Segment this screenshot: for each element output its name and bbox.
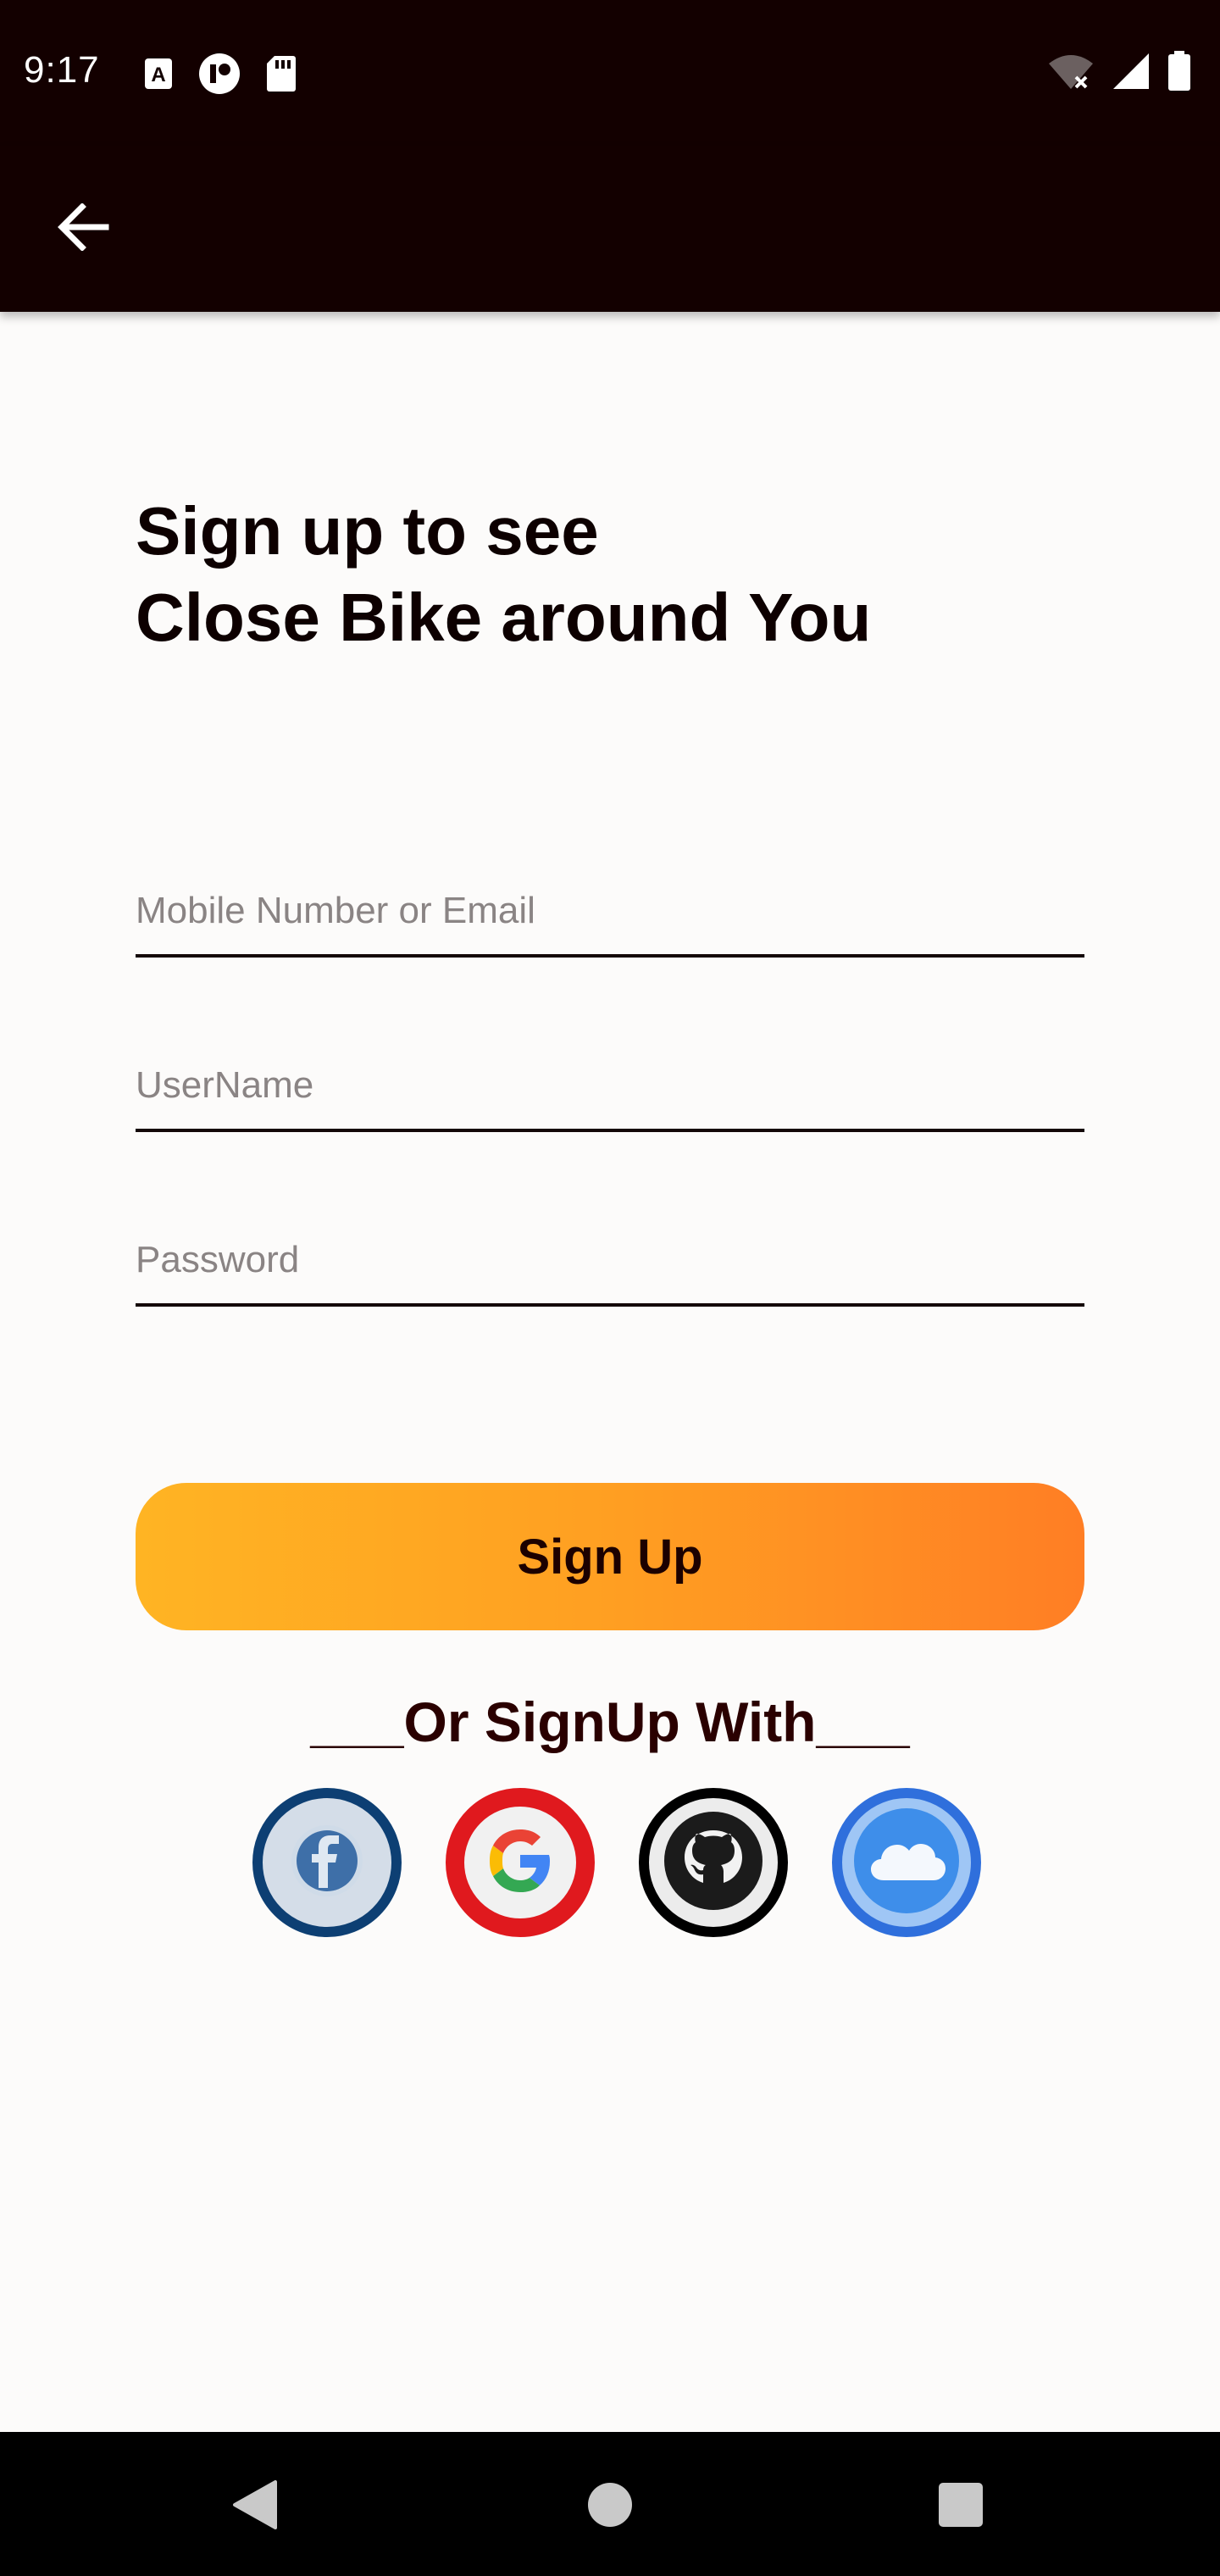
status-icons-left: A [144,53,297,99]
system-nav-bar [0,2432,1220,2576]
recents-square-icon [937,2481,984,2533]
google-button[interactable] [446,1788,595,1937]
mobile-email-field[interactable] [136,890,1084,932]
account-icon [198,53,241,99]
github-button[interactable] [639,1788,788,1937]
status-icons-right [1047,51,1191,96]
username-field[interactable] [136,1064,1084,1107]
app-bar [0,146,1220,312]
mobile-email-field-container [136,852,1084,958]
text-input-icon: A [144,58,173,94]
wifi-off-icon [1047,52,1095,95]
home-circle-icon [586,2481,634,2533]
facebook-icon [285,1818,369,1907]
status-bar: 9:17 A [0,0,1220,146]
status-time: 9:17 [24,49,100,91]
signup-button[interactable]: Sign Up [136,1483,1084,1630]
github-icon [661,1808,766,1918]
facebook-button[interactable] [252,1788,402,1937]
sd-card-icon [266,55,297,97]
back-triangle-icon [230,2479,279,2535]
google-icon [482,1823,558,1903]
nav-home-button[interactable] [576,2473,644,2540]
arrow-back-icon [57,202,109,255]
battery-icon [1167,51,1191,96]
cloud-icon [851,1806,962,1920]
password-field[interactable] [136,1239,1084,1281]
svg-text:A: A [151,64,165,86]
username-field-container [136,1027,1084,1132]
nav-recents-button[interactable] [927,2473,995,2540]
page-title: Sign up to see Close Bike around You [136,488,1068,661]
social-divider-text: ___Or SignUp With___ [310,1690,910,1753]
cell-signal-icon [1112,52,1151,95]
cloud-button[interactable] [832,1788,981,1937]
password-field-container [136,1202,1084,1307]
social-login-row [0,1788,1220,1937]
nav-back-button[interactable] [220,2473,288,2540]
title-line-1: Sign up to see [136,493,599,569]
back-button[interactable] [47,193,119,264]
title-line-2: Close Bike around You [136,580,872,655]
signup-button-label: Sign Up [517,1529,703,1585]
